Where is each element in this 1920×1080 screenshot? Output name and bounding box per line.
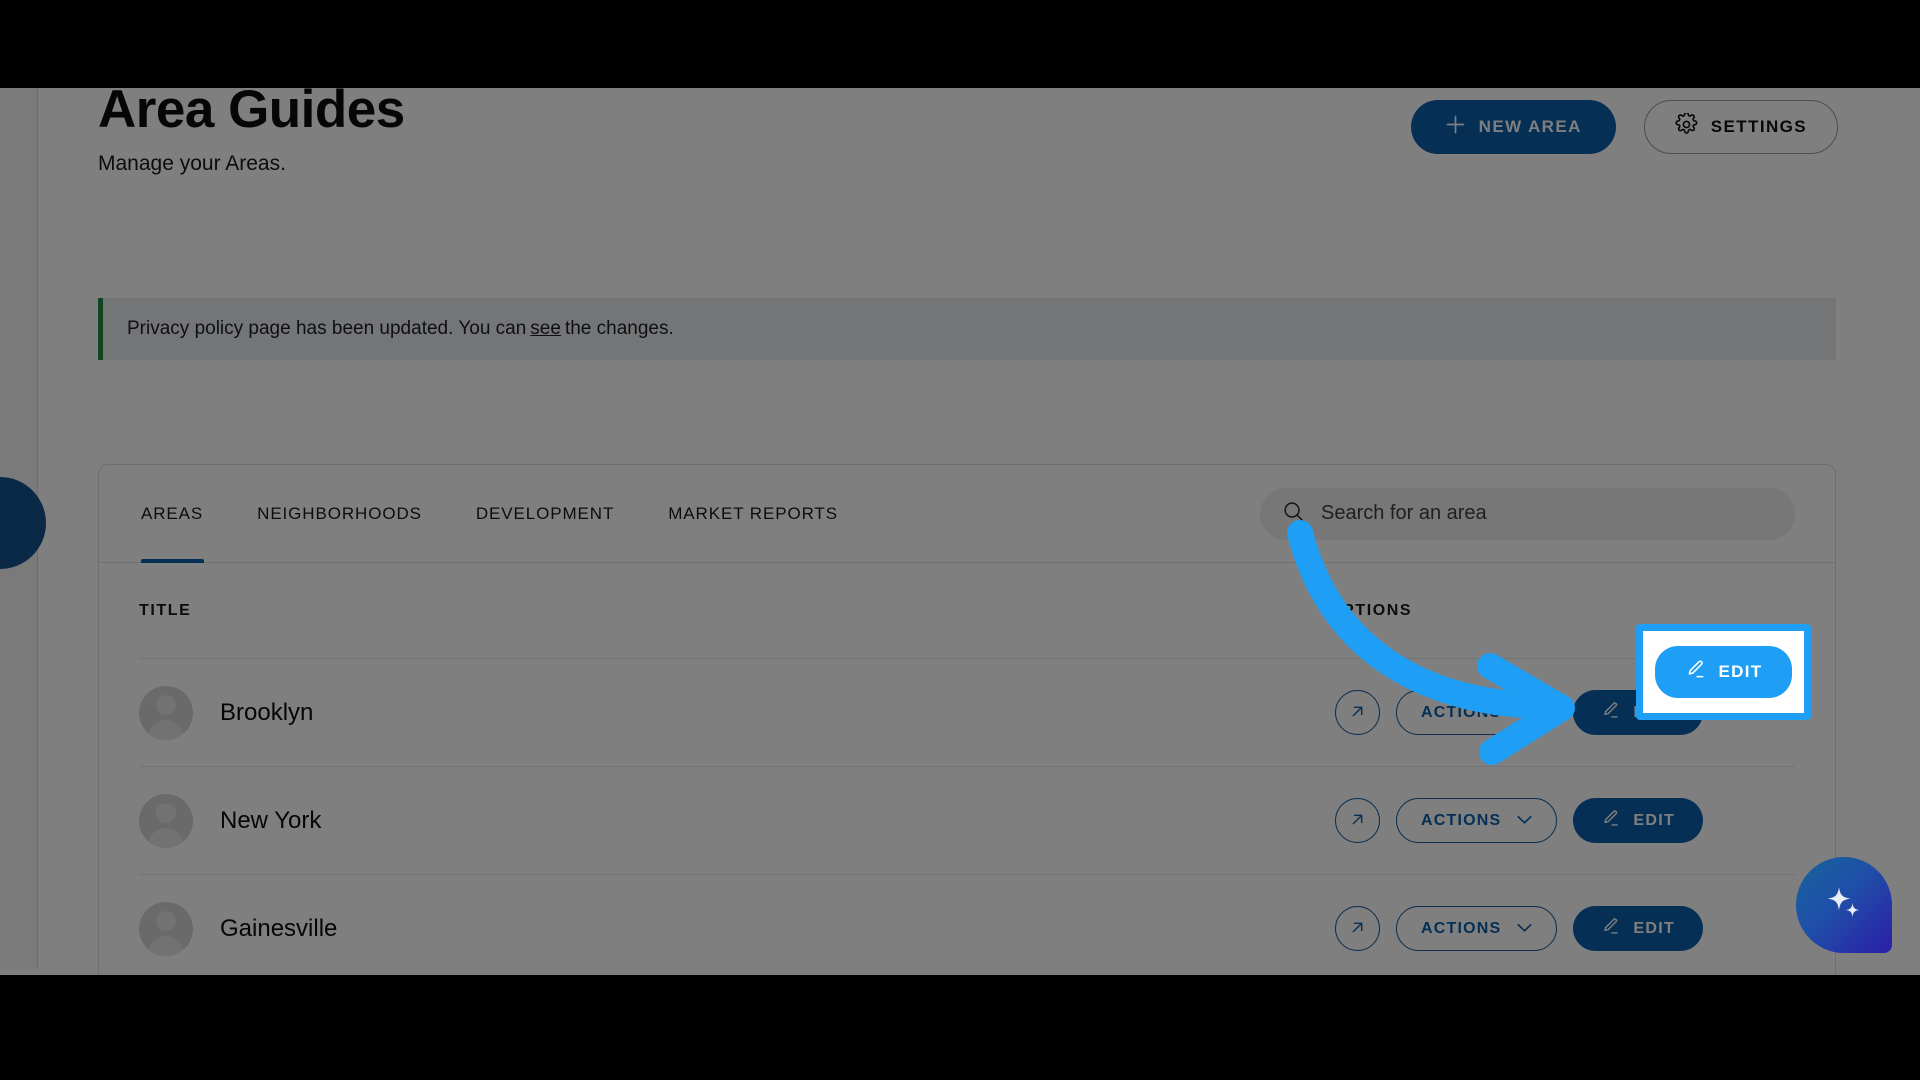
tab-development[interactable]: DEVELOPMENT (449, 465, 641, 563)
row-title: Gainesville (220, 914, 338, 942)
external-link-icon-button[interactable] (1335, 906, 1380, 951)
external-link-icon (1348, 918, 1367, 940)
actions-label: ACTIONS (1421, 703, 1502, 721)
banner-see-link[interactable]: see (530, 318, 561, 340)
ai-assistant-button[interactable] (1796, 857, 1892, 953)
highlighted-edit-button[interactable]: EDIT (1654, 646, 1793, 698)
tab-market-reports[interactable]: MARKET REPORTS (641, 465, 865, 563)
search-input[interactable] (1321, 502, 1773, 525)
edit-label: EDIT (1633, 811, 1676, 829)
chevron-down-icon (1517, 812, 1532, 830)
row-options-cell: ACTIONS (1329, 798, 1795, 843)
header-actions: NEW AREA SETTINGS (1410, 100, 1838, 154)
external-link-icon (1348, 702, 1367, 724)
table-header-row: TITLE OPTIONS (139, 563, 1795, 659)
external-link-icon (1348, 810, 1367, 832)
edit-label: EDIT (1633, 919, 1676, 937)
areas-table: TITLE OPTIONS Brooklyn ACTIONS New York … (99, 563, 1835, 975)
chevron-down-icon (1517, 704, 1532, 722)
table-row: New York ACTIONS EDIT (139, 767, 1795, 875)
avatar (139, 685, 193, 740)
tab-neighborhoods[interactable]: NEIGHBORHOODS (230, 465, 449, 563)
table-row: Gainesville ACTIONS EDIT (139, 875, 1795, 975)
pencil-icon (1601, 917, 1620, 941)
external-link-icon-button[interactable] (1335, 690, 1380, 735)
row-title: New York (220, 806, 322, 834)
avatar (139, 901, 193, 956)
tab-neighborhoods-label: NEIGHBORHOODS (257, 503, 422, 523)
external-link-icon-button[interactable] (1335, 798, 1380, 843)
search-icon (1282, 500, 1305, 528)
tab-market-reports-label: MARKET REPORTS (668, 503, 838, 523)
card-toolbar: AREAS NEIGHBORHOODS DEVELOPMENT MARKET R… (99, 465, 1835, 563)
browser-viewport: Area Guides Manage your Areas. NEW AREA (0, 88, 1920, 975)
pencil-icon (1601, 701, 1620, 725)
tab-active-underline (141, 558, 205, 563)
banner-text-after: the changes. (564, 318, 674, 339)
avatar (139, 793, 193, 848)
row-title-cell: Brooklyn (139, 685, 1329, 740)
plus-icon (1445, 114, 1466, 140)
areas-card: AREAS NEIGHBORHOODS DEVELOPMENT MARKET R… (98, 464, 1836, 975)
row-title-cell: Gainesville (139, 901, 1329, 956)
actions-label: ACTIONS (1421, 811, 1502, 829)
page-header: Area Guides Manage your Areas. NEW AREA (98, 88, 1838, 176)
pencil-icon (1685, 659, 1706, 685)
edit-label: EDIT (1718, 662, 1763, 681)
actions-dropdown-button[interactable]: ACTIONS (1396, 690, 1558, 735)
settings-button[interactable]: SETTINGS (1643, 100, 1838, 154)
pencil-icon (1601, 809, 1620, 833)
search-box[interactable] (1260, 487, 1795, 540)
page-subtitle: Manage your Areas. (98, 151, 286, 175)
edit-button[interactable]: EDIT (1573, 906, 1704, 951)
privacy-banner: Privacy policy page has been updated. Yo… (98, 298, 1836, 360)
table-row: Brooklyn ACTIONS (139, 659, 1795, 767)
new-area-label: NEW AREA (1478, 117, 1582, 136)
tab-development-label: DEVELOPMENT (475, 503, 615, 523)
actions-dropdown-button[interactable]: ACTIONS (1396, 906, 1558, 951)
screenshot-stage: Area Guides Manage your Areas. NEW AREA (0, 0, 1920, 1080)
row-title: Brooklyn (220, 698, 314, 726)
edit-button[interactable]: EDIT (1573, 798, 1704, 843)
tab-areas[interactable]: AREAS (139, 465, 230, 563)
tab-areas-label: AREAS (141, 503, 204, 523)
row-options-cell: ACTIONS (1329, 906, 1795, 951)
banner-text-before: Privacy policy page has been updated. Yo… (127, 318, 527, 339)
sparkles-icon (1818, 877, 1870, 934)
column-header-options: OPTIONS (1329, 601, 1413, 619)
column-header-title: TITLE (139, 601, 192, 619)
new-area-button[interactable]: NEW AREA (1410, 100, 1616, 154)
actions-dropdown-button[interactable]: ACTIONS (1396, 798, 1558, 843)
settings-label: SETTINGS (1710, 117, 1807, 136)
tab-bar: AREAS NEIGHBORHOODS DEVELOPMENT MARKET R… (139, 465, 865, 563)
actions-label: ACTIONS (1421, 919, 1502, 937)
chevron-down-icon (1517, 920, 1532, 938)
rail-avatar-bubble[interactable] (0, 477, 46, 569)
gear-icon (1675, 111, 1698, 141)
edit-button-highlight: EDIT (1636, 624, 1811, 720)
row-title-cell: New York (139, 793, 1329, 848)
